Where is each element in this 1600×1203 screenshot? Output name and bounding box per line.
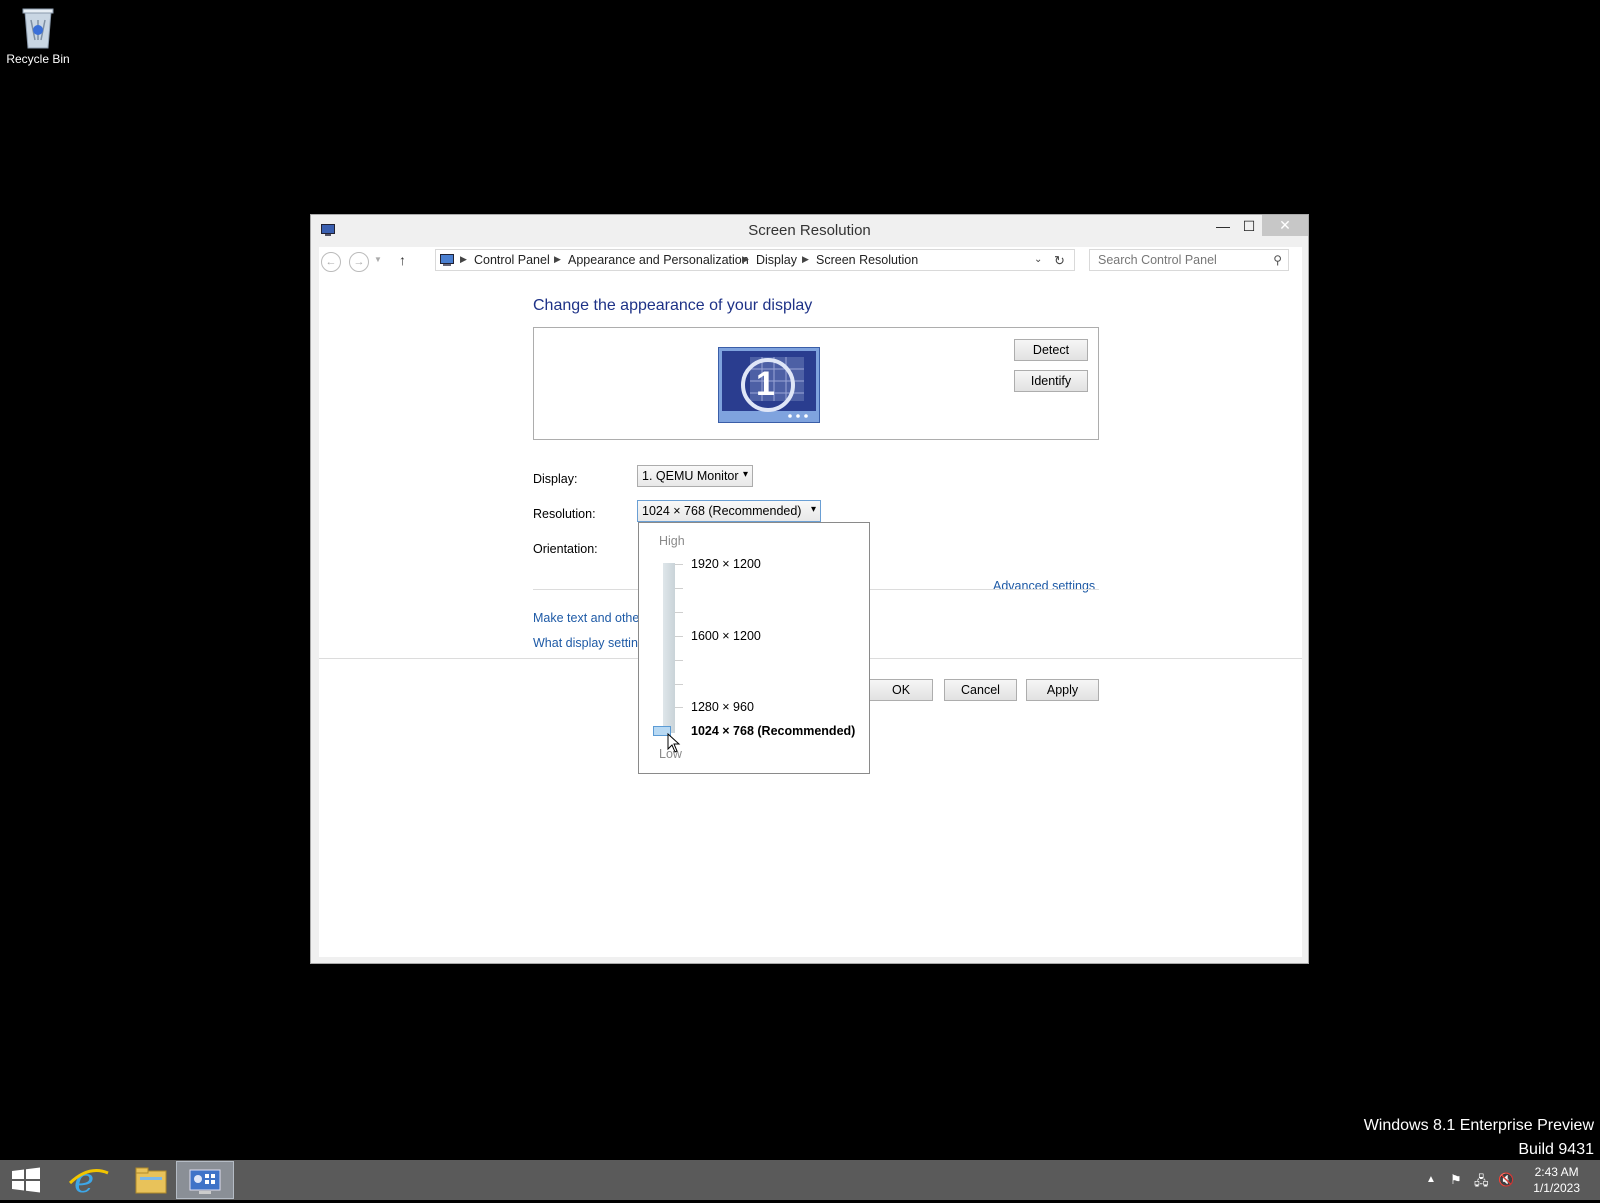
address-dropdown-chevron-icon[interactable]: ⌄ [1034,254,1042,265]
up-arrow-icon[interactable]: ↑ [399,252,406,268]
search-box[interactable]: Search Control Panel ⚲ [1089,249,1289,271]
breadcrumb-separator-icon[interactable]: ▶ [742,254,749,265]
breadcrumb-screen-resolution[interactable]: Screen Resolution [816,253,918,267]
slider-tick [675,612,683,613]
clock-date: 1/1/2023 [1533,1181,1580,1195]
title-bar[interactable]: Screen Resolution — ☐ ✕ [311,215,1308,245]
cancel-button[interactable]: Cancel [944,679,1017,701]
apply-button[interactable]: Apply [1026,679,1099,701]
slider-tick [675,636,683,637]
high-label: High [659,534,685,548]
refresh-icon[interactable]: ↻ [1054,253,1065,269]
windows-version-watermark: Windows 8.1 Enterprise Preview [1363,1117,1594,1134]
breadcrumb-separator-icon[interactable]: ▶ [554,254,561,265]
slider-tick [675,564,683,565]
breadcrumb-control-panel[interactable]: Control Panel [474,253,550,267]
display-select[interactable]: 1. QEMU Monitor ▾ [637,465,753,487]
taskbar: e ▲ ⚑ 🖧 🔇 2:43 AM 1/1/2023 [0,1160,1600,1201]
recycle-bin-desktop-icon[interactable]: Recycle Bin [4,6,72,66]
resolution-option-selected[interactable]: 1024 × 768 (Recommended) [691,724,855,738]
slider-tick [675,588,683,589]
minimize-button[interactable]: — [1209,215,1237,237]
back-arrow-icon[interactable]: ← [321,252,341,272]
monitor-number: 1 [756,365,775,403]
control-panel-icon [440,253,454,270]
resolution-select-value: 1024 × 768 (Recommended) [642,504,802,518]
resolution-select[interactable]: 1024 × 768 (Recommended) ▾ [637,500,821,522]
identify-button[interactable]: Identify [1014,370,1088,392]
chevron-down-icon: ▾ [810,504,816,515]
detect-button[interactable]: Detect [1014,339,1088,361]
breadcrumb-display[interactable]: Display [756,253,797,267]
resolution-slider-track[interactable] [663,563,675,733]
monitor-arrangement-box: 1 Detect Identify [533,327,1099,440]
action-center-flag-icon[interactable]: ⚑ [1450,1172,1462,1188]
monitor-1-icon[interactable]: 1 [718,347,820,426]
breadcrumb-separator-icon[interactable]: ▶ [460,254,467,265]
resolution-dropdown: High 1920 × 1200 1600 × 1200 1280 × 960 … [638,522,870,774]
slider-tick [675,684,683,685]
display-select-value: 1. QEMU Monitor [642,469,739,483]
recycle-bin-icon [21,6,55,50]
start-icon[interactable] [0,1161,58,1199]
search-icon[interactable]: ⚲ [1273,253,1282,267]
network-icon[interactable]: 🖧 [1474,1172,1489,1194]
forward-arrow-icon[interactable]: → [349,252,369,272]
resolution-option[interactable]: 1920 × 1200 [691,557,761,571]
internet-explorer-icon[interactable]: e [60,1161,118,1201]
window-title: Screen Resolution [748,222,871,239]
search-input[interactable]: Search Control Panel [1098,253,1217,267]
resolution-option[interactable]: 1600 × 1200 [691,629,761,643]
svg-text:e: e [74,1161,94,1199]
clock-time: 2:43 AM [1534,1165,1579,1179]
control-panel-icon[interactable] [176,1161,234,1199]
slider-tick [675,660,683,661]
display-label: Display: [533,472,578,486]
close-button[interactable]: ✕ [1262,215,1308,236]
resolution-option[interactable]: 1280 × 960 [691,700,754,714]
breadcrumb-separator-icon[interactable]: ▶ [802,254,809,265]
navigation-bar: ← → ▼ ↑ ▶ Control Panel ▶ Appearance and… [319,247,1302,277]
resolution-label: Resolution: [533,507,596,521]
advanced-settings-link[interactable]: Advanced settings [993,579,1095,593]
address-bar[interactable]: ▶ Control Panel ▶ Appearance and Persona… [435,249,1075,271]
breadcrumb-appearance[interactable]: Appearance and Personalization [568,253,749,267]
make-text-larger-link[interactable]: Make text and other [533,611,643,625]
recent-locations-chevron-icon[interactable]: ▼ [374,255,382,264]
maximize-button[interactable]: ☐ [1235,215,1263,237]
file-explorer-icon[interactable] [122,1161,180,1199]
mouse-cursor-icon [667,732,681,756]
chevron-down-icon: ▾ [742,469,748,480]
system-clock[interactable]: 2:43 AM 1/1/2023 [1533,1164,1580,1196]
windows-build-watermark: Build 9431 [1518,1141,1594,1158]
slider-tick [675,707,683,708]
recycle-bin-label: Recycle Bin [6,52,70,66]
ok-button[interactable]: OK [869,679,933,701]
show-hidden-icons-icon[interactable]: ▲ [1426,1174,1436,1185]
page-heading: Change the appearance of your display [533,297,813,314]
display-settings-help-link[interactable]: What display setting [533,636,645,650]
volume-muted-icon[interactable]: 🔇 [1498,1172,1514,1188]
orientation-label: Orientation: [533,542,598,556]
